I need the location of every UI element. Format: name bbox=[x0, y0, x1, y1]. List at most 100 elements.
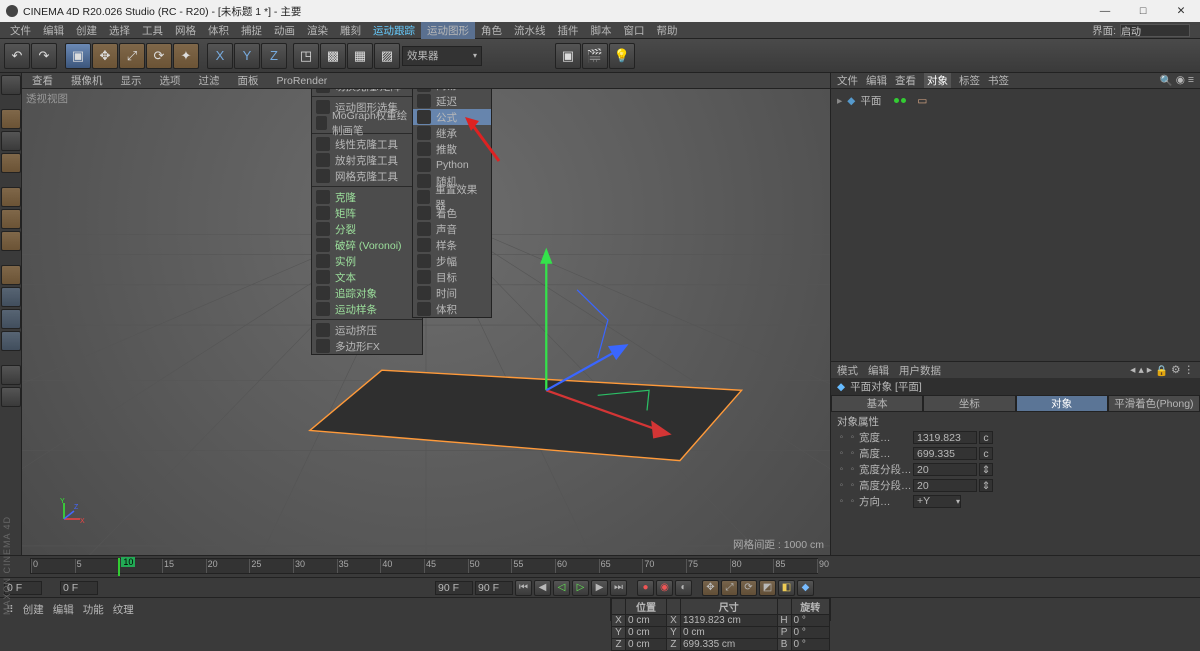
menu-item-18[interactable]: 帮助 bbox=[651, 22, 684, 39]
coord-size-Z[interactable]: 699.335 cm bbox=[680, 639, 777, 651]
workplane-snap-button[interactable] bbox=[1, 331, 21, 351]
mograph-item-mospl[interactable]: 运动样条 bbox=[312, 301, 422, 317]
coord-size-Y[interactable]: 0 cm bbox=[680, 627, 777, 639]
axis-y-toggle[interactable]: Y bbox=[234, 43, 260, 69]
effector-dropdown[interactable]: 效果器 ▾ bbox=[402, 46, 482, 66]
mograph-item-vor[interactable]: 破碎 (Voronoi) bbox=[312, 237, 422, 253]
menu-item-6[interactable]: 体积 bbox=[202, 22, 235, 39]
record-button[interactable]: ● bbox=[637, 580, 654, 596]
render-settings-button[interactable]: ▨ bbox=[374, 43, 400, 69]
menu-item-2[interactable]: 创建 bbox=[70, 22, 103, 39]
effector-item-11[interactable]: 步幅 bbox=[413, 253, 491, 269]
objmgr-tab-5[interactable]: 书签 bbox=[988, 73, 1009, 88]
mograph-item-moext[interactable]: 运动挤压 bbox=[312, 322, 422, 338]
effector-item-14[interactable]: 体积 bbox=[413, 301, 491, 317]
texture-mode-button[interactable] bbox=[1, 131, 21, 151]
menu-item-14[interactable]: 流水线 bbox=[508, 22, 552, 39]
menu-item-16[interactable]: 脚本 bbox=[585, 22, 618, 39]
viewport-tab-6[interactable]: ProRender bbox=[273, 75, 332, 87]
light-button[interactable]: 💡 bbox=[609, 43, 635, 69]
mograph-item-polyfx[interactable]: 多边形FX bbox=[312, 338, 422, 354]
menu-item-0[interactable]: 文件 bbox=[4, 22, 37, 39]
nav-fwd-icon[interactable]: ▸ bbox=[1147, 364, 1152, 377]
poly-mode-button[interactable] bbox=[1, 231, 21, 251]
coord-rot-Z[interactable]: 0 ° bbox=[791, 639, 829, 651]
search-icon[interactable]: 🔍 bbox=[1160, 74, 1173, 87]
axis-z-toggle[interactable]: Z bbox=[261, 43, 287, 69]
timeline[interactable]: 051015202530354045505560657075808590 bbox=[0, 555, 1200, 577]
scale-key-button[interactable]: ⤢ bbox=[721, 580, 738, 596]
snap-button[interactable] bbox=[1, 309, 21, 329]
material-tab-0[interactable]: 创建 bbox=[23, 602, 44, 617]
viewport-solo-button[interactable] bbox=[1, 287, 21, 307]
effector-item-7[interactable]: 重置效果器 bbox=[413, 189, 491, 205]
effector-item-9[interactable]: 声音 bbox=[413, 221, 491, 237]
menu-item-11[interactable]: 运动跟踪 bbox=[367, 22, 421, 39]
effector-item-4[interactable]: 推散 bbox=[413, 141, 491, 157]
attr-value-2[interactable]: 20 bbox=[913, 463, 977, 476]
material-tab-1[interactable]: 编辑 bbox=[53, 602, 74, 617]
effector-item-2[interactable]: 公式 bbox=[413, 109, 491, 125]
render-region-button[interactable]: ▦ bbox=[347, 43, 373, 69]
mograph-item-frac[interactable]: 分裂 bbox=[312, 221, 422, 237]
objmgr-tab-2[interactable]: 查看 bbox=[895, 73, 916, 88]
range-end-field[interactable]: 90 F bbox=[435, 581, 473, 595]
effector-item-3[interactable]: 继承 bbox=[413, 125, 491, 141]
maximize-button[interactable]: □ bbox=[1124, 0, 1162, 22]
effector-item-10[interactable]: 样条 bbox=[413, 237, 491, 253]
menu-item-9[interactable]: 渲染 bbox=[301, 22, 334, 39]
effector-submenu[interactable]: 群组简易延迟公式继承推散Python随机重置效果器着色声音样条步幅目标时间体积 bbox=[412, 89, 492, 318]
attr-value-3[interactable]: 20 bbox=[913, 479, 977, 492]
lock-icon[interactable]: 🔒 bbox=[1155, 364, 1168, 377]
effector-item-12[interactable]: 目标 bbox=[413, 269, 491, 285]
rot-key-button[interactable]: ⟳ bbox=[740, 580, 757, 596]
goto-start-button[interactable]: ⏮ bbox=[515, 580, 532, 596]
menu-item-17[interactable]: 窗口 bbox=[618, 22, 651, 39]
menu-item-8[interactable]: 动画 bbox=[268, 22, 301, 39]
axis-x-toggle[interactable]: X bbox=[207, 43, 233, 69]
current-frame-field[interactable]: 0 F bbox=[60, 581, 98, 595]
effector-item-13[interactable]: 时间 bbox=[413, 285, 491, 301]
coord-rot-Y[interactable]: 0 ° bbox=[791, 627, 829, 639]
menu-item-1[interactable]: 编辑 bbox=[37, 22, 70, 39]
object-name[interactable]: 平面 bbox=[860, 93, 881, 108]
close-button[interactable]: ✕ bbox=[1162, 0, 1200, 22]
viewport-tab-3[interactable]: 选项 bbox=[156, 73, 185, 88]
play-back-button[interactable]: ◁ bbox=[553, 580, 570, 596]
eye-icon[interactable]: ◉ bbox=[1176, 74, 1185, 87]
viewport-tab-5[interactable]: 面板 bbox=[234, 73, 263, 88]
objmgr-tab-3[interactable]: 对象 bbox=[924, 73, 951, 88]
timeline-ruler[interactable]: 051015202530354045505560657075808590 bbox=[30, 558, 818, 574]
misc1-button[interactable] bbox=[1, 365, 21, 385]
viewport-tab-1[interactable]: 摄像机 bbox=[67, 73, 107, 88]
mograph-item-text[interactable]: 文本 bbox=[312, 269, 422, 285]
objmgr-tab-4[interactable]: 标签 bbox=[959, 73, 980, 88]
mograph-submenu[interactable]: 隐藏选择切换克隆/矩阵运动图形选集MoGraph权重绘制画笔线性克隆工具放射克隆… bbox=[311, 89, 423, 355]
key-options-button[interactable]: ◐ bbox=[675, 580, 692, 596]
effector-item-5[interactable]: Python bbox=[413, 157, 491, 173]
viewport[interactable]: 网格间距 : 1000 cm Y X Z 隐藏选择切换克隆/矩阵运动图形选集Mo… bbox=[22, 89, 830, 555]
misc2-button[interactable] bbox=[1, 387, 21, 407]
scale-tool[interactable]: ⤢ bbox=[119, 43, 145, 69]
coord-pos-Z[interactable]: 0 cm bbox=[626, 639, 667, 651]
attrhdr-tab-1[interactable]: 编辑 bbox=[868, 363, 889, 378]
attr-value-0[interactable]: 1319.823 bbox=[913, 431, 977, 444]
range-end2-field[interactable]: 90 F bbox=[475, 581, 513, 595]
step-back-button[interactable]: ◀ bbox=[534, 580, 551, 596]
menu-item-7[interactable]: 捕捉 bbox=[235, 22, 268, 39]
timeline-cursor[interactable] bbox=[118, 558, 120, 576]
nav-back-icon[interactable]: ◂ bbox=[1130, 364, 1135, 377]
menu-item-10[interactable]: 雕刻 bbox=[334, 22, 367, 39]
viewport-tab-0[interactable]: 查看 bbox=[28, 73, 57, 88]
make-editable-button[interactable] bbox=[1, 75, 21, 95]
workplane-button[interactable] bbox=[1, 153, 21, 173]
render-view-button[interactable]: ▩ bbox=[320, 43, 346, 69]
menu-item-5[interactable]: 网格 bbox=[169, 22, 202, 39]
point-mode-button[interactable] bbox=[1, 187, 21, 207]
objmgr-tab-0[interactable]: 文件 bbox=[837, 73, 858, 88]
layout-dropdown[interactable] bbox=[1120, 24, 1190, 37]
move-tool[interactable]: ✥ bbox=[92, 43, 118, 69]
attr-tab-1[interactable]: 坐标 bbox=[923, 395, 1015, 412]
attr-tab-3[interactable]: 平滑着色(Phong) bbox=[1108, 395, 1200, 412]
play-button[interactable]: ▷ bbox=[572, 580, 589, 596]
